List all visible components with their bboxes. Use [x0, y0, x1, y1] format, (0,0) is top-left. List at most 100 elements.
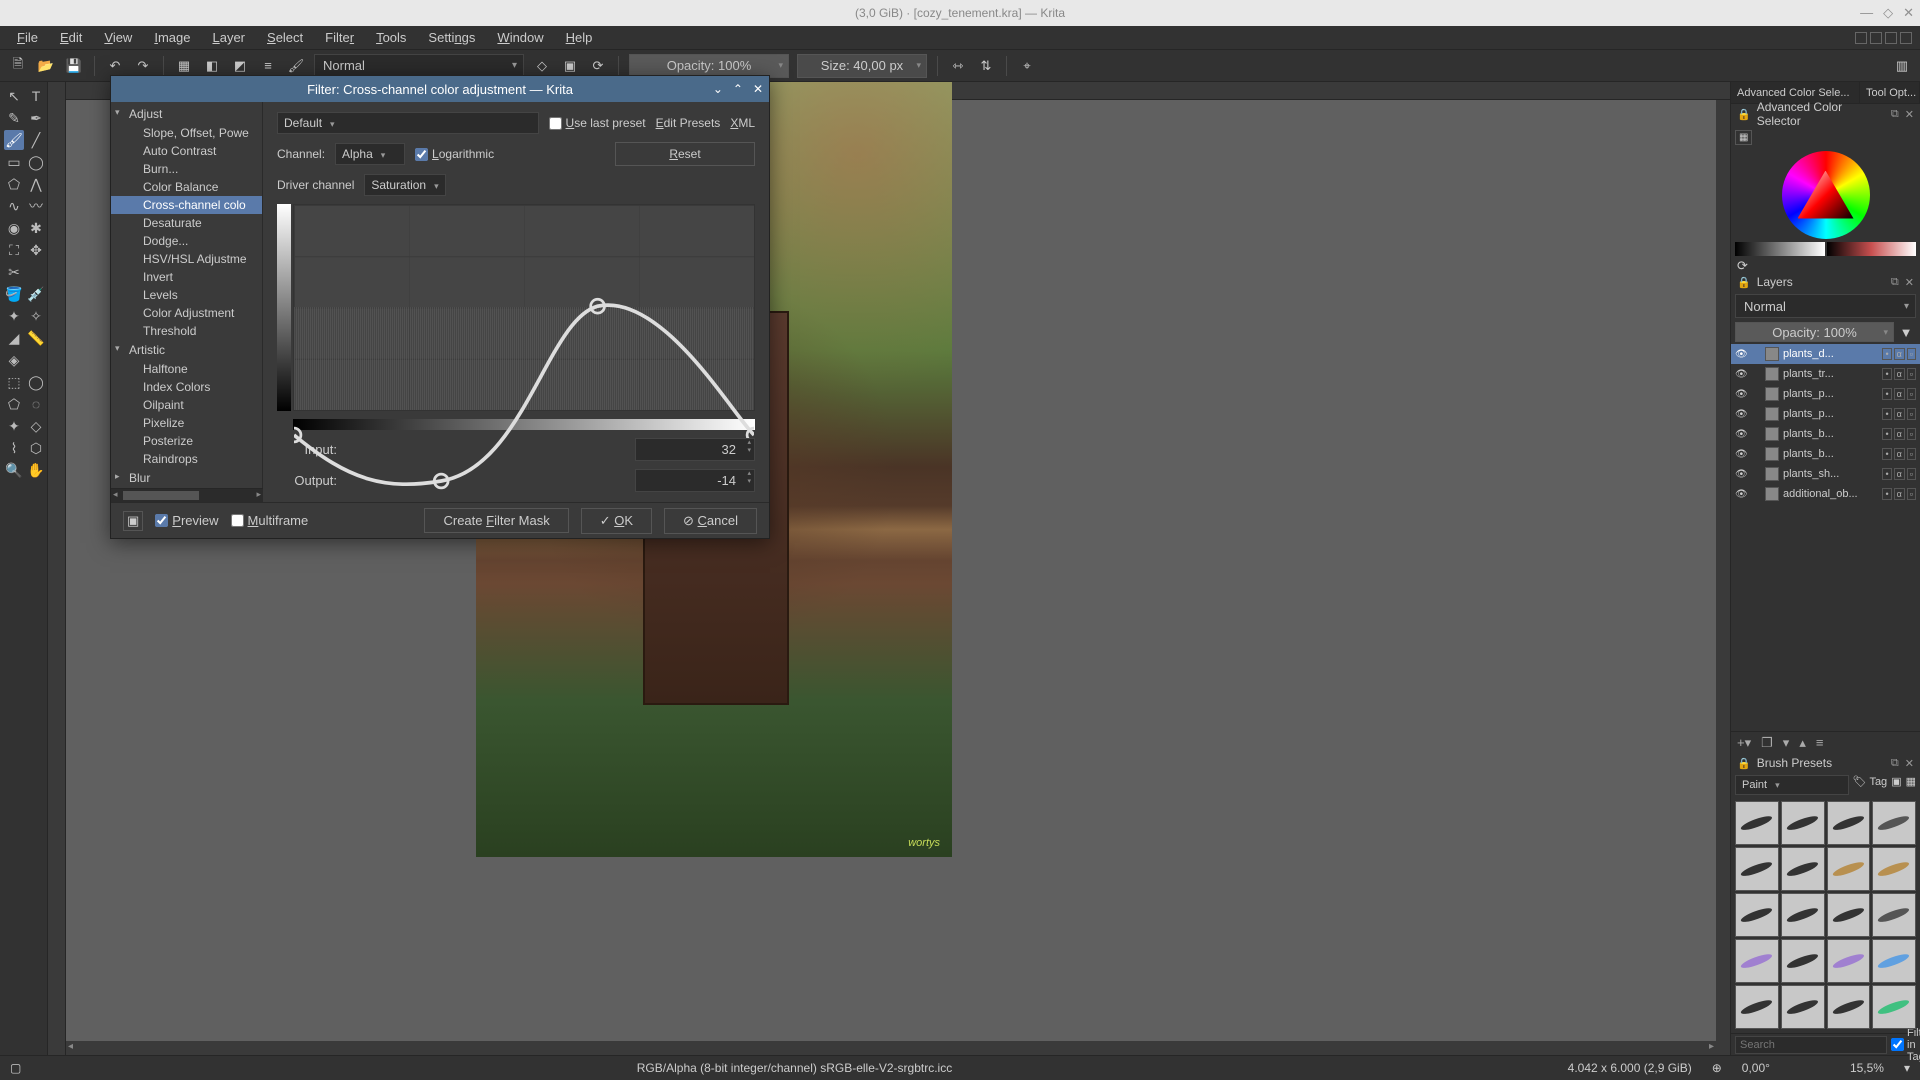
minimize-icon[interactable]: — [1860, 5, 1873, 21]
measure-tool-icon[interactable]: 📏 [26, 328, 46, 348]
move-down-icon[interactable]: ▾ [1783, 735, 1790, 751]
filter-item[interactable]: Invert [111, 268, 262, 286]
brush-preset[interactable] [1872, 893, 1916, 937]
menu-help[interactable]: Help [557, 28, 602, 47]
brush-preset[interactable] [1827, 939, 1871, 983]
filter-item[interactable]: Slope, Offset, Powe [111, 124, 262, 142]
smart-fill-icon[interactable]: ✧ [26, 306, 46, 326]
select-rect2-icon[interactable]: ⬚ [4, 372, 24, 392]
blend-mode-select[interactable]: Normal [314, 54, 524, 78]
visibility-icon[interactable]: 👁 [1735, 469, 1747, 480]
grid-icon[interactable]: ▦ [1906, 775, 1916, 795]
select-rect-icon[interactable] [26, 350, 46, 370]
move-layer-icon[interactable]: ✥ [26, 240, 46, 260]
brush-search-input[interactable] [1735, 1036, 1887, 1054]
options-icon[interactable]: ▦ [1735, 130, 1752, 145]
filter-in-tag-checkbox[interactable]: Filter in Tag [1891, 1027, 1920, 1063]
filter-item[interactable]: Raindrops [111, 450, 262, 468]
close-panel-icon[interactable]: ✕ [1905, 276, 1914, 289]
menu-file[interactable]: File [8, 28, 47, 47]
layer-blend-select[interactable]: Normal [1735, 294, 1916, 318]
filter-tree[interactable]: AdjustSlope, Offset, PoweAuto ContrastBu… [111, 102, 263, 488]
layer-row[interactable]: 👁plants_d...•α▫ [1731, 344, 1920, 364]
filter-item[interactable]: Pixelize [111, 414, 262, 432]
select-magnet-icon[interactable]: ⬡ [26, 438, 46, 458]
dynamic-brush-icon[interactable]: ◉ [4, 218, 24, 238]
brush-preset[interactable] [1781, 801, 1825, 845]
filter-item[interactable]: Oilpaint [111, 396, 262, 414]
layer-row[interactable]: 👁plants_p...•α▫ [1731, 384, 1920, 404]
opacity-slider[interactable]: Opacity: 100% [629, 54, 789, 78]
brush-preset[interactable] [1735, 893, 1779, 937]
brush-preset[interactable] [1827, 801, 1871, 845]
visibility-icon[interactable]: 👁 [1735, 369, 1747, 380]
select-bezier-icon[interactable]: ⌇ [4, 438, 24, 458]
text-tool-icon[interactable]: T [26, 86, 46, 106]
add-layer-icon[interactable]: +▾ [1737, 735, 1751, 751]
select-poly-icon[interactable]: ⬠ [4, 394, 24, 414]
mirror-h-icon[interactable]: ⇿ [948, 56, 968, 76]
float-panel-icon[interactable]: ⧉ [1891, 108, 1899, 121]
filter-item[interactable]: Halftone [111, 360, 262, 378]
freehand-path-icon[interactable]: 〰 [26, 196, 46, 216]
preview-checkbox[interactable]: Preview [155, 513, 218, 528]
thumbnail-toggle-icon[interactable]: ▣ [123, 511, 143, 531]
bezier-tool-icon[interactable]: ∿ [4, 196, 24, 216]
color-bars[interactable] [1731, 242, 1920, 256]
canvas-scrollbar-vertical[interactable] [1716, 100, 1730, 1055]
storage-icon[interactable]: ▣ [1891, 775, 1901, 795]
brush-preset[interactable] [1735, 801, 1779, 845]
gradient-icon[interactable]: ◧ [202, 56, 222, 76]
pattern-edit-icon[interactable]: ✦ [4, 306, 24, 326]
mirror-v-icon[interactable]: ⇅ [976, 56, 996, 76]
filter-item[interactable]: Color Balance [111, 178, 262, 196]
filter-item[interactable]: Desaturate [111, 214, 262, 232]
brush-preset[interactable] [1827, 893, 1871, 937]
menu-filter[interactable]: Filter [316, 28, 363, 47]
filter-item[interactable]: Auto Contrast [111, 142, 262, 160]
xml-link[interactable]: XML [730, 116, 755, 130]
pattern-icon[interactable]: ▦ [174, 56, 194, 76]
menu-layer[interactable]: Layer [203, 28, 254, 47]
zoom-label[interactable]: 15,5% [1850, 1061, 1884, 1075]
rect-tool-icon[interactable]: ▭ [4, 152, 24, 172]
visibility-icon[interactable]: 👁 [1735, 489, 1747, 500]
filter-category[interactable]: Adjust [111, 104, 262, 124]
float-panel-icon[interactable]: ⧉ [1891, 276, 1899, 289]
edit-presets-link[interactable]: Edit Presets [656, 116, 721, 130]
visibility-icon[interactable]: 👁 [1735, 449, 1747, 460]
lock-icon[interactable]: 🔒 [1737, 276, 1751, 289]
workspace-icon[interactable] [1885, 32, 1897, 44]
close-dialog-icon[interactable]: ✕ [753, 82, 763, 96]
workspace-icon[interactable] [1900, 32, 1912, 44]
layer-row[interactable]: 👁plants_tr...•α▫ [1731, 364, 1920, 384]
select-ellipse-icon[interactable]: ◯ [26, 372, 46, 392]
close-panel-icon[interactable]: ✕ [1905, 757, 1914, 770]
reset-button[interactable]: Reset [615, 142, 755, 166]
color-wheel[interactable] [1731, 147, 1920, 242]
float-panel-icon[interactable]: ⧉ [1891, 757, 1899, 770]
layer-row[interactable]: 👁plants_b...•α▫ [1731, 424, 1920, 444]
tree-scrollbar[interactable] [111, 488, 263, 502]
transform-tool-icon[interactable]: ⛶ [4, 240, 24, 260]
calligraphy-icon[interactable]: ✒ [26, 108, 46, 128]
layer-filter-icon[interactable]: ▼ [1896, 322, 1916, 342]
pointer-icon[interactable]: ⊕ [1712, 1061, 1722, 1075]
menu-window[interactable]: Window [488, 28, 552, 47]
redo-icon[interactable]: ↷ [133, 56, 153, 76]
layer-row[interactable]: 👁plants_b...•α▫ [1731, 444, 1920, 464]
zoom-tool-icon[interactable]: 🔍 [4, 460, 24, 480]
reference-tool-icon[interactable]: ◈ [4, 350, 24, 370]
maximize-icon[interactable]: ◇ [1883, 5, 1893, 21]
brush-preset[interactable] [1872, 985, 1916, 1029]
logarithmic-checkbox[interactable]: Logarithmic [415, 147, 494, 161]
menu-view[interactable]: View [95, 28, 141, 47]
brush-preset[interactable] [1872, 801, 1916, 845]
output-value-field[interactable]: -14 [635, 469, 755, 492]
dialog-titlebar[interactable]: Filter: Cross-channel color adjustment —… [111, 76, 769, 102]
wrap-icon[interactable]: ⌖ [1017, 56, 1037, 76]
filter-item[interactable]: Color Adjustment [111, 304, 262, 322]
filter-item[interactable]: Burn... [111, 160, 262, 178]
preset-select[interactable]: Default [277, 112, 539, 134]
crop-tool-icon[interactable]: ✂ [4, 262, 24, 282]
